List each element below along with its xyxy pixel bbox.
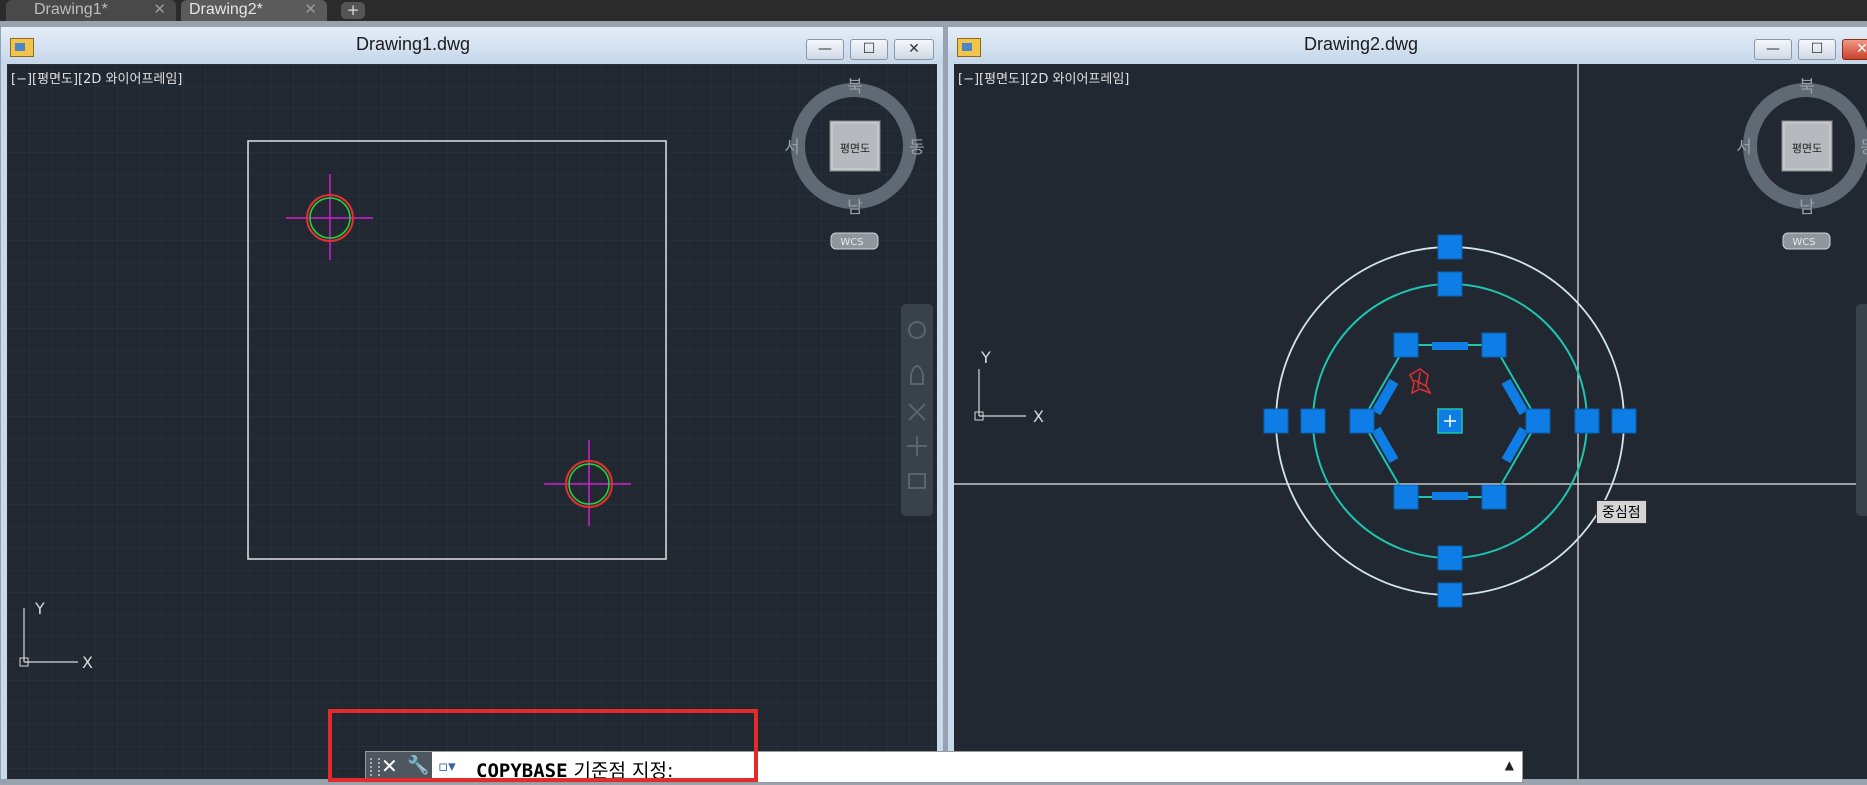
app-icon bbox=[10, 38, 34, 57]
close-button[interactable]: ✕ bbox=[1842, 39, 1867, 60]
grip-handle[interactable] bbox=[1574, 408, 1600, 434]
compass-east[interactable]: 동 bbox=[909, 138, 925, 158]
grip-handle[interactable] bbox=[1300, 408, 1326, 434]
new-tab-plus-icon[interactable]: + bbox=[341, 2, 365, 19]
navigation-bar[interactable] bbox=[901, 304, 933, 516]
grip-handle[interactable] bbox=[1432, 492, 1468, 500]
compass-south[interactable]: 남 bbox=[1799, 198, 1815, 218]
grip-handle[interactable] bbox=[1525, 408, 1551, 434]
minimize-button[interactable]: — bbox=[1754, 39, 1792, 60]
grip-handle[interactable] bbox=[1481, 484, 1507, 510]
drawing1-canvas[interactable]: 평면도 북 남 서 동 WCS Y X bbox=[7, 64, 937, 779]
compass-east[interactable]: 동 bbox=[1860, 138, 1867, 158]
compass-west[interactable]: 서 bbox=[784, 138, 800, 158]
window-title: Drawing1.dwg bbox=[356, 34, 471, 54]
ucs-x-label: X bbox=[82, 653, 93, 672]
document-tab-bar: Drawing1* ✕ Drawing2* ✕ + bbox=[0, 0, 1867, 21]
maximize-button[interactable]: ☐ bbox=[850, 39, 888, 60]
window-title: Drawing2.dwg bbox=[1304, 34, 1419, 54]
maximize-button[interactable]: ☐ bbox=[1798, 39, 1836, 60]
grip-handle[interactable] bbox=[1437, 582, 1463, 608]
tab-close-icon[interactable]: ✕ bbox=[304, 0, 317, 19]
wcs-menu[interactable]: WCS bbox=[840, 237, 863, 248]
minimize-button[interactable]: — bbox=[806, 39, 844, 60]
tab-label: Drawing1* bbox=[34, 1, 108, 18]
showmotion-icon[interactable] bbox=[908, 473, 926, 489]
grip-handle[interactable] bbox=[1393, 484, 1419, 510]
ucs-y-label: Y bbox=[34, 599, 45, 618]
grip-handle[interactable] bbox=[1437, 271, 1463, 297]
viewcube[interactable]: 평면도 북 남 서 동 WCS bbox=[1736, 77, 1867, 250]
grip-handle[interactable] bbox=[1437, 234, 1463, 260]
compass-north[interactable]: 북 bbox=[847, 77, 863, 97]
move-cursor-icon bbox=[1409, 368, 1432, 395]
grip-handle[interactable] bbox=[1349, 408, 1375, 434]
zoom-icon[interactable] bbox=[908, 403, 926, 421]
viewcube-face[interactable]: 평면도 bbox=[1792, 142, 1822, 155]
viewcube-face[interactable]: 평면도 bbox=[840, 142, 870, 155]
osnap-tooltip: 중심점 bbox=[1596, 500, 1647, 524]
navigation-bar[interactable] bbox=[1856, 304, 1867, 516]
grip-handle[interactable] bbox=[1432, 342, 1468, 350]
expand-icon[interactable]: ▲ bbox=[1505, 758, 1514, 772]
grip-handle[interactable] bbox=[1437, 545, 1463, 571]
grip-handle[interactable] bbox=[1481, 332, 1507, 358]
tab-close-icon[interactable]: ✕ bbox=[153, 0, 166, 19]
close-button[interactable]: ✕ bbox=[894, 39, 934, 60]
tab-drawing2[interactable]: Drawing2* ✕ bbox=[181, 0, 327, 21]
tab-label: Drawing2* bbox=[189, 1, 263, 18]
ucs-x-label: X bbox=[1033, 407, 1044, 426]
highlight-annotation-box bbox=[328, 709, 758, 782]
drawing2-viewport[interactable]: 평면도 북 남 서 동 WCS Y X [−][평면도][2D 와이어프레임] … bbox=[954, 64, 1867, 779]
ucs-icon: Y X bbox=[974, 348, 1044, 426]
steering-wheel-icon[interactable] bbox=[908, 321, 926, 339]
grip-handle[interactable] bbox=[1263, 408, 1289, 434]
drawing1-window: Drawing1.dwg — ☐ ✕ 평면도 북 남 서 동 WCS Y X [… bbox=[0, 26, 944, 780]
viewport-controls-label[interactable]: [−][평면도][2D 와이어프레임] bbox=[11, 68, 182, 87]
window-titlebar[interactable]: Drawing1.dwg — ☐ ✕ bbox=[1, 27, 943, 63]
drawing1-viewport[interactable]: 평면도 북 남 서 동 WCS Y X [−][평면도][2D 와이어프레임] bbox=[7, 64, 937, 779]
compass-south[interactable]: 남 bbox=[847, 198, 863, 218]
ucs-y-label: Y bbox=[980, 348, 991, 367]
compass-north[interactable]: 북 bbox=[1799, 77, 1815, 97]
wcs-menu[interactable]: WCS bbox=[1792, 237, 1815, 248]
pan-hand-icon[interactable] bbox=[910, 365, 924, 385]
viewport-controls-label[interactable]: [−][평면도][2D 와이어프레임] bbox=[958, 68, 1129, 87]
drawing2-window: Drawing2.dwg — ☐ ✕ 평면도 북 남 서 WCS Y X [−]… bbox=[947, 26, 1867, 780]
grip-handle[interactable] bbox=[1611, 408, 1637, 434]
drawing2-canvas[interactable]: 평면도 북 남 서 동 WCS Y X bbox=[954, 64, 1867, 779]
grip-handle[interactable] bbox=[1393, 332, 1419, 358]
window-titlebar[interactable]: Drawing2.dwg — ☐ ✕ bbox=[948, 27, 1867, 63]
orbit-icon[interactable] bbox=[907, 436, 927, 456]
tab-drawing1[interactable]: Drawing1* ✕ bbox=[6, 0, 176, 21]
app-icon bbox=[957, 38, 981, 57]
compass-west[interactable]: 서 bbox=[1736, 138, 1752, 158]
